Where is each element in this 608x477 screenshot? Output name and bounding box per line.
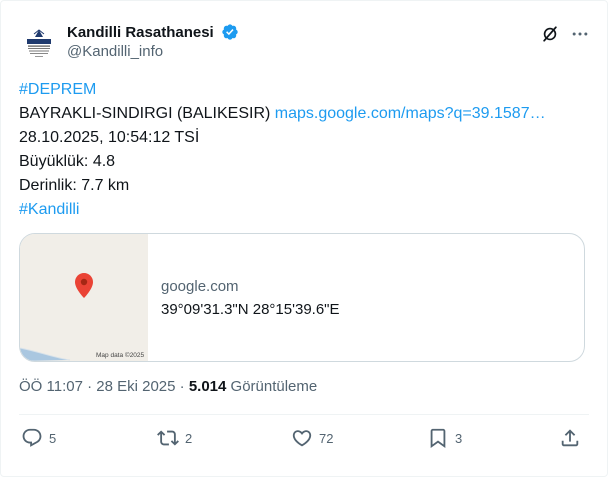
maps-link[interactable]: maps.google.com/maps?q=39.1587… [275, 105, 546, 122]
share-button[interactable] [559, 427, 581, 449]
depth-text: Derinlik: 7.7 km [19, 177, 130, 194]
repost-button[interactable]: 2 [157, 427, 192, 449]
tweet-meta: ÖÖ 11:07 · 28 Eki 2025 · 5.014 Görüntüle… [19, 378, 317, 395]
grok-icon [543, 26, 557, 42]
views-label: Görüntüleme [226, 378, 318, 395]
repost-icon [157, 430, 179, 446]
link-card[interactable]: Map data ©2025 google.com 39°09'31.3"N 2… [19, 233, 585, 362]
action-bar: 5 2 72 3 [21, 425, 591, 453]
like-button[interactable]: 72 [291, 427, 333, 449]
divider [19, 414, 589, 415]
heart-icon [292, 430, 312, 447]
location-text: BAYRAKLI-SINDIRGI (BALIKESIR) [19, 105, 275, 122]
kandilli-logo-icon [19, 25, 59, 65]
reply-button[interactable]: 5 [21, 427, 56, 449]
card-domain: google.com [161, 278, 239, 295]
tweet-text: #DEPREM BAYRAKLI-SINDIRGI (BALIKESIR) ma… [19, 78, 589, 222]
hashtag-deprem[interactable]: #DEPREM [19, 81, 96, 98]
bookmark-button[interactable]: 3 [427, 427, 462, 449]
datetime-text: 28.10.2025, 10:54:12 TSİ [19, 129, 200, 146]
reply-icon [22, 428, 42, 447]
bookmark-icon [430, 428, 446, 449]
reply-count: 5 [49, 430, 57, 446]
repost-count: 2 [185, 430, 193, 446]
grok-button[interactable] [539, 23, 561, 45]
header-actions [539, 23, 591, 45]
hashtag-kandilli[interactable]: #Kandilli [19, 201, 79, 218]
timestamp[interactable]: ÖÖ 11:07 · 28 Eki 2025 · [19, 378, 189, 395]
card-text: google.com 39°09'31.3"N 28°15'39.6"E [161, 278, 340, 318]
card-title: 39°09'31.3"N 28°15'39.6"E [161, 301, 340, 318]
bookmark-count: 3 [455, 430, 463, 446]
map-thumbnail: Map data ©2025 [20, 234, 148, 361]
like-count: 72 [319, 430, 334, 446]
tweet-header: Kandilli Rasathanesi @Kandilli_info [19, 19, 591, 67]
more-icon [572, 32, 588, 36]
verified-badge-icon[interactable] [221, 23, 239, 41]
share-icon [561, 429, 579, 447]
map-credit: Map data ©2025 [96, 352, 145, 359]
map-image [20, 234, 148, 361]
display-name[interactable]: Kandilli Rasathanesi [67, 24, 214, 41]
tweet: Kandilli Rasathanesi @Kandilli_info #DEP… [0, 0, 608, 477]
author-names: Kandilli Rasathanesi @Kandilli_info [67, 23, 239, 60]
magnitude-text: Büyüklük: 4.8 [19, 153, 116, 170]
handle[interactable]: @Kandilli_info [67, 43, 239, 60]
more-button[interactable] [569, 23, 591, 45]
views-count: 5.014 [188, 378, 227, 395]
avatar[interactable] [19, 25, 59, 65]
